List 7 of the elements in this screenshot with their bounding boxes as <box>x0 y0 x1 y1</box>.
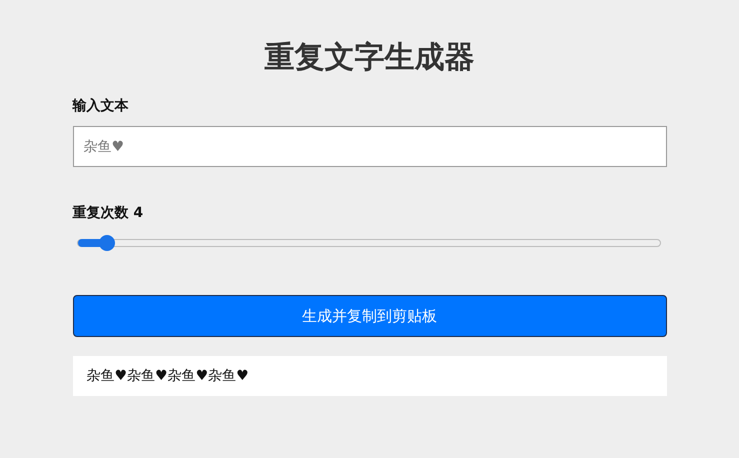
generate-button[interactable]: 生成并复制到剪贴板 <box>72 295 666 337</box>
slider-thumb[interactable] <box>98 235 115 251</box>
slider-label: 重复次数 4 <box>72 204 144 223</box>
page-title: 重复文字生成器 <box>264 39 474 77</box>
text-input[interactable]: 杂鱼♥ <box>72 126 666 167</box>
output-text: 杂鱼♥杂鱼♥杂鱼♥杂鱼♥ <box>86 367 249 385</box>
field-label: 输入文本 <box>72 97 130 116</box>
